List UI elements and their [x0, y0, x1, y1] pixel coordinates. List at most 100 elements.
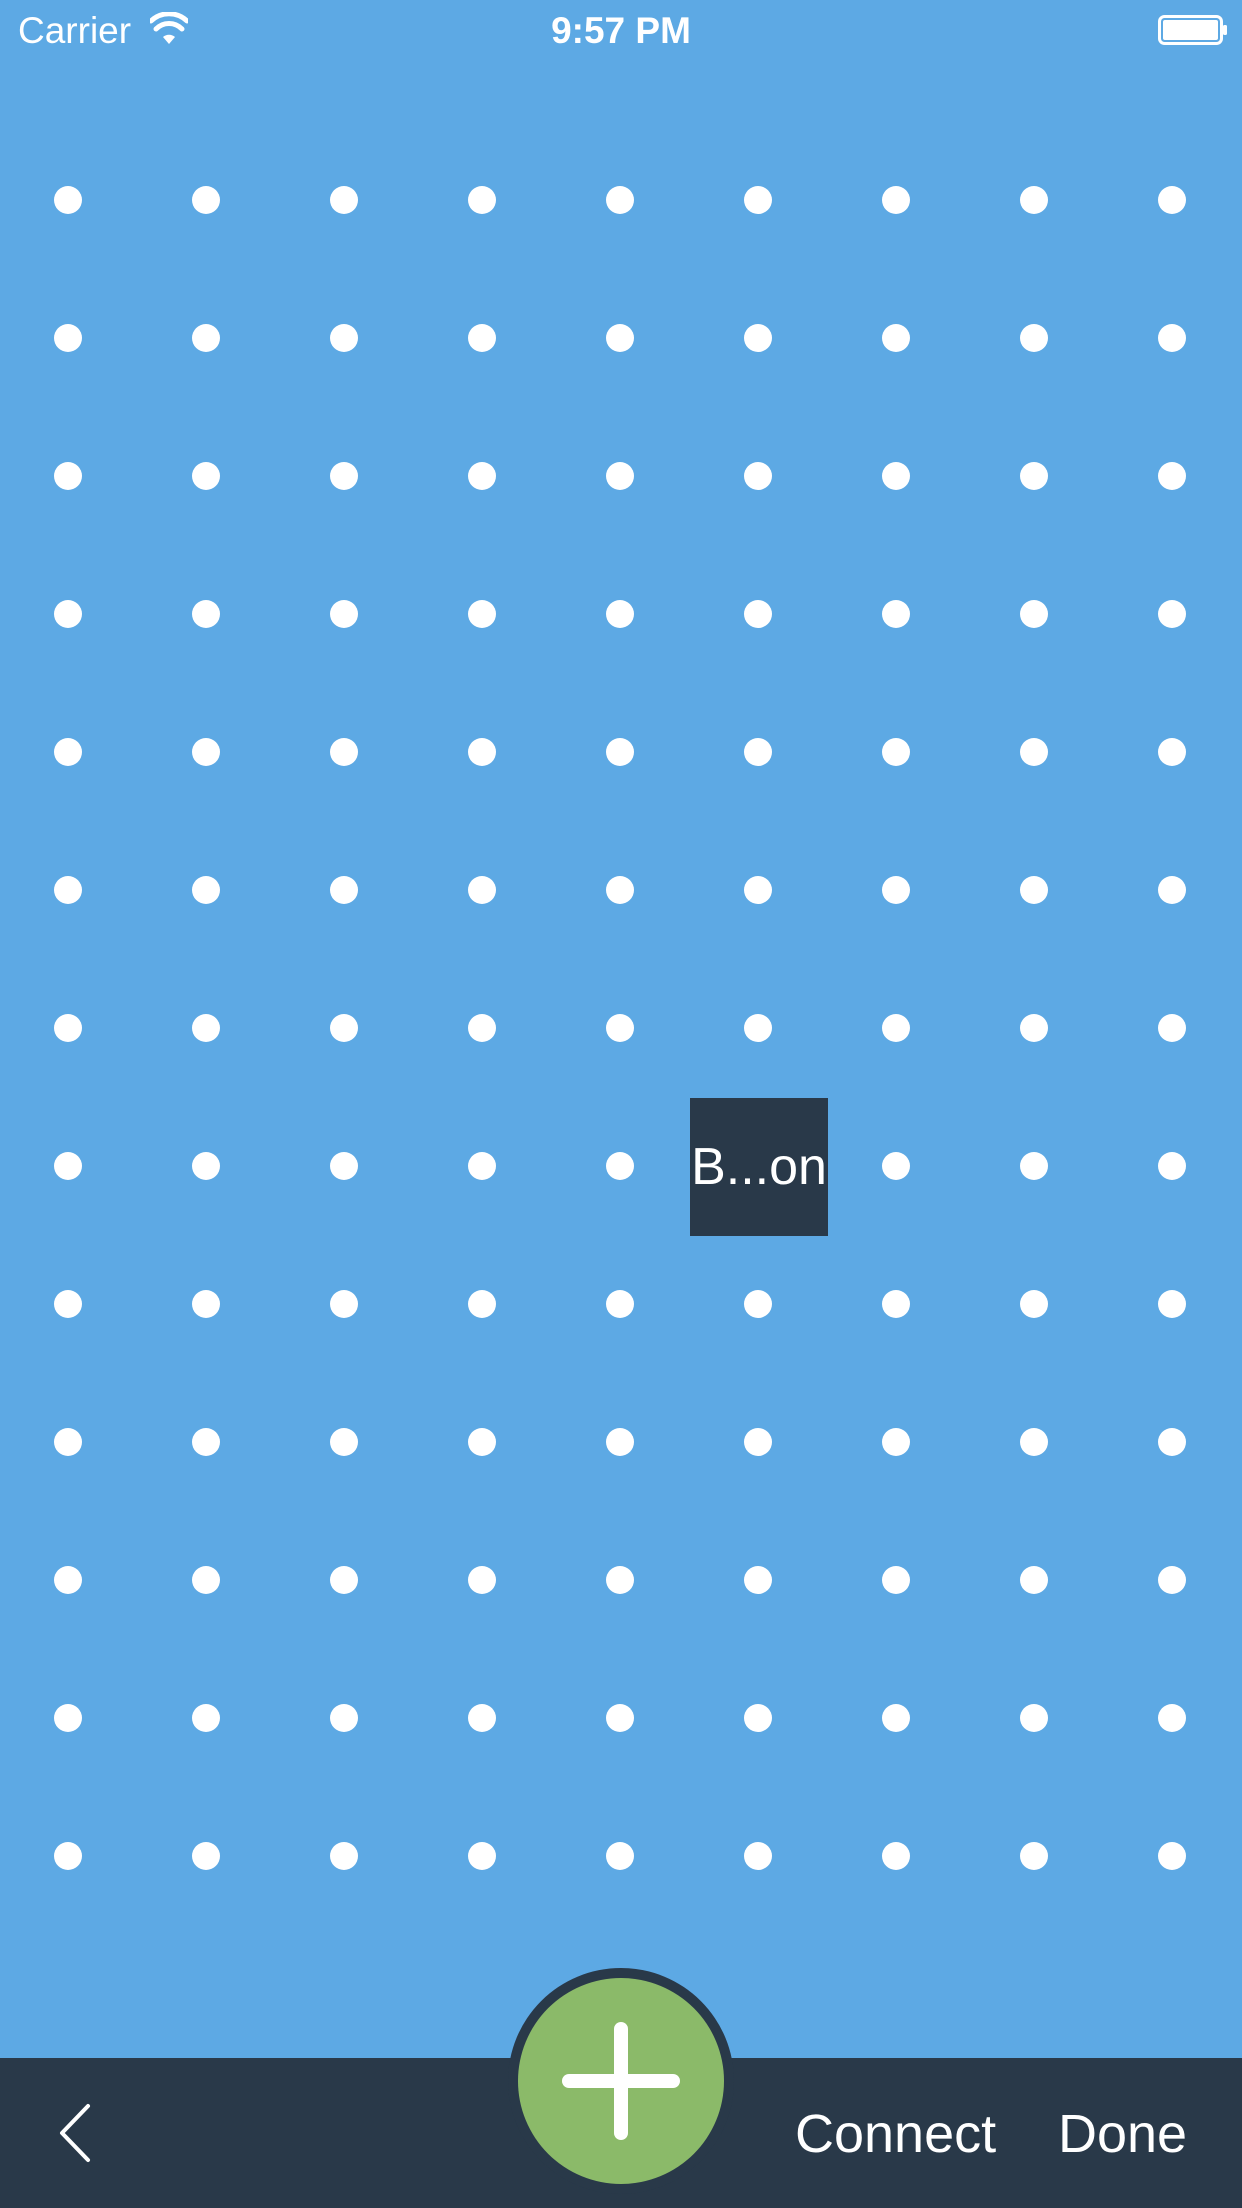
grid-dot[interactable]	[468, 1152, 496, 1180]
placed-button-component[interactable]: B...on	[690, 1098, 828, 1236]
back-button[interactable]	[42, 2098, 112, 2168]
grid-dot[interactable]	[1020, 186, 1048, 214]
grid-dot[interactable]	[606, 462, 634, 490]
grid-dot[interactable]	[744, 462, 772, 490]
grid-dot[interactable]	[1158, 462, 1186, 490]
grid-dot[interactable]	[54, 1428, 82, 1456]
grid-dot[interactable]	[1020, 1152, 1048, 1180]
grid-dot[interactable]	[468, 1842, 496, 1870]
grid-dot[interactable]	[1158, 1290, 1186, 1318]
grid-dot[interactable]	[54, 876, 82, 904]
grid-dot[interactable]	[330, 1014, 358, 1042]
grid-dot[interactable]	[882, 1014, 910, 1042]
grid-dot[interactable]	[468, 738, 496, 766]
grid-dot[interactable]	[1020, 600, 1048, 628]
dot-grid[interactable]	[0, 0, 1242, 2050]
grid-dot[interactable]	[882, 876, 910, 904]
grid-dot[interactable]	[1158, 1704, 1186, 1732]
grid-dot[interactable]	[54, 1842, 82, 1870]
grid-dot[interactable]	[330, 1704, 358, 1732]
grid-dot[interactable]	[192, 186, 220, 214]
grid-dot[interactable]	[192, 1842, 220, 1870]
grid-dot[interactable]	[192, 324, 220, 352]
grid-dot[interactable]	[330, 600, 358, 628]
grid-dot[interactable]	[54, 462, 82, 490]
grid-dot[interactable]	[882, 1152, 910, 1180]
grid-dot[interactable]	[330, 1152, 358, 1180]
grid-dot[interactable]	[1158, 1842, 1186, 1870]
grid-dot[interactable]	[606, 876, 634, 904]
grid-dot[interactable]	[54, 324, 82, 352]
grid-dot[interactable]	[1020, 738, 1048, 766]
grid-dot[interactable]	[54, 1290, 82, 1318]
grid-dot[interactable]	[192, 738, 220, 766]
grid-dot[interactable]	[1020, 324, 1048, 352]
grid-dot[interactable]	[1158, 186, 1186, 214]
grid-dot[interactable]	[192, 1428, 220, 1456]
grid-dot[interactable]	[54, 738, 82, 766]
grid-dot[interactable]	[744, 1014, 772, 1042]
grid-dot[interactable]	[1020, 462, 1048, 490]
grid-dot[interactable]	[330, 324, 358, 352]
grid-dot[interactable]	[330, 1842, 358, 1870]
grid-dot[interactable]	[1020, 1014, 1048, 1042]
grid-dot[interactable]	[744, 186, 772, 214]
grid-dot[interactable]	[882, 462, 910, 490]
grid-dot[interactable]	[1020, 1290, 1048, 1318]
grid-dot[interactable]	[882, 1842, 910, 1870]
grid-dot[interactable]	[744, 1566, 772, 1594]
grid-dot[interactable]	[606, 1428, 634, 1456]
grid-dot[interactable]	[468, 186, 496, 214]
grid-dot[interactable]	[1020, 1428, 1048, 1456]
grid-dot[interactable]	[882, 600, 910, 628]
grid-dot[interactable]	[468, 600, 496, 628]
grid-dot[interactable]	[744, 1290, 772, 1318]
grid-dot[interactable]	[744, 324, 772, 352]
grid-dot[interactable]	[882, 1704, 910, 1732]
grid-dot[interactable]	[606, 600, 634, 628]
grid-dot[interactable]	[1158, 324, 1186, 352]
grid-dot[interactable]	[606, 324, 634, 352]
grid-dot[interactable]	[606, 186, 634, 214]
grid-dot[interactable]	[1158, 738, 1186, 766]
grid-dot[interactable]	[606, 1014, 634, 1042]
grid-dot[interactable]	[606, 738, 634, 766]
grid-dot[interactable]	[468, 1566, 496, 1594]
grid-dot[interactable]	[1158, 1014, 1186, 1042]
grid-dot[interactable]	[1020, 1566, 1048, 1594]
grid-dot[interactable]	[192, 1014, 220, 1042]
grid-dot[interactable]	[330, 1290, 358, 1318]
grid-dot[interactable]	[882, 186, 910, 214]
grid-dot[interactable]	[468, 1428, 496, 1456]
add-button[interactable]	[508, 1968, 734, 2194]
grid-dot[interactable]	[1020, 1704, 1048, 1732]
grid-dot[interactable]	[54, 1704, 82, 1732]
grid-dot[interactable]	[606, 1290, 634, 1318]
grid-dot[interactable]	[882, 738, 910, 766]
grid-dot[interactable]	[54, 186, 82, 214]
grid-dot[interactable]	[606, 1704, 634, 1732]
grid-dot[interactable]	[606, 1842, 634, 1870]
grid-dot[interactable]	[882, 1290, 910, 1318]
grid-dot[interactable]	[192, 1566, 220, 1594]
grid-dot[interactable]	[1020, 1842, 1048, 1870]
grid-dot[interactable]	[468, 462, 496, 490]
grid-dot[interactable]	[192, 1290, 220, 1318]
grid-dot[interactable]	[468, 1014, 496, 1042]
grid-dot[interactable]	[330, 738, 358, 766]
grid-dot[interactable]	[468, 1290, 496, 1318]
grid-dot[interactable]	[882, 1428, 910, 1456]
grid-dot[interactable]	[744, 600, 772, 628]
grid-dot[interactable]	[1020, 876, 1048, 904]
grid-dot[interactable]	[330, 1428, 358, 1456]
grid-dot[interactable]	[744, 738, 772, 766]
grid-dot[interactable]	[744, 1842, 772, 1870]
grid-dot[interactable]	[192, 462, 220, 490]
grid-dot[interactable]	[468, 876, 496, 904]
connect-button[interactable]: Connect	[795, 2102, 996, 2166]
grid-dot[interactable]	[330, 186, 358, 214]
grid-dot[interactable]	[54, 600, 82, 628]
grid-dot[interactable]	[1158, 1566, 1186, 1594]
grid-dot[interactable]	[192, 1704, 220, 1732]
done-button[interactable]: Done	[1058, 2102, 1187, 2166]
